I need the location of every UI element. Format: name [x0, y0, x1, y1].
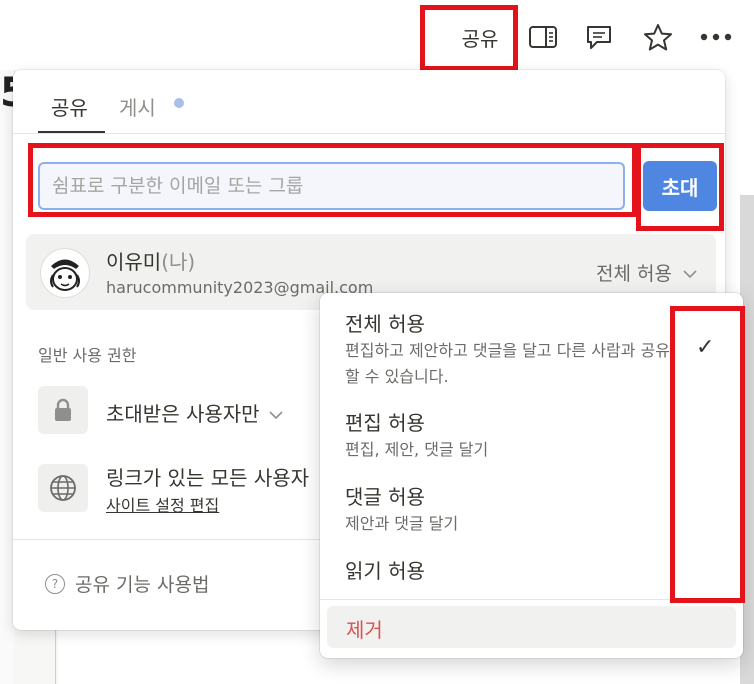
lock-icon — [55, 398, 71, 421]
remove-button[interactable]: 제거 — [327, 606, 736, 648]
general-access-label: 일반 사용 권한 — [38, 346, 137, 365]
checkmark-highlight-box — [670, 306, 745, 603]
tab-share[interactable]: 공유 — [51, 92, 88, 121]
email-highlight-box — [28, 143, 637, 217]
comment-icon — [587, 26, 611, 49]
comment-button[interactable] — [582, 20, 616, 54]
avatar-illustration — [50, 259, 80, 291]
tab-publish[interactable]: 게시 — [119, 92, 156, 121]
favorite-button[interactable] — [640, 20, 676, 54]
user-name: 이유미(나) — [106, 246, 195, 275]
option-edit-access-desc: 편집, 제안, 댓글 달기 — [345, 440, 489, 459]
option-full-access-title: 전체 허용 — [345, 312, 425, 336]
top-toolbar: 공유 — [0, 0, 754, 71]
invited-only-select[interactable]: 초대받은 사용자만 — [106, 398, 284, 427]
globe-icon — [50, 475, 76, 501]
permission-select[interactable]: 전체 허용 — [596, 259, 698, 286]
remove-label: 제거 — [346, 618, 383, 642]
help-icon: ? — [45, 573, 65, 594]
invite-highlight-box — [636, 143, 724, 231]
publish-indicator-dot — [174, 98, 184, 108]
option-edit-access-title: 편집 허용 — [345, 411, 425, 435]
lock-icon-box — [38, 386, 88, 434]
help-label: 공유 기능 사용법 — [75, 574, 210, 596]
option-read-access-title: 읽기 허용 — [345, 559, 425, 583]
star-icon — [644, 24, 672, 51]
chevron-down-icon — [269, 411, 283, 420]
more-icon — [700, 33, 732, 41]
site-settings-link[interactable]: 사이트 설정 편집 — [106, 492, 219, 516]
permission-select-label: 전체 허용 — [596, 263, 672, 285]
option-full-access-desc: 편집하고 제안하고 댓글을 달고 다른 사람과 공유할 수 있습니다. — [345, 341, 670, 386]
share-highlight-box — [420, 5, 518, 71]
user-me-suffix: (나) — [161, 250, 196, 274]
chevron-down-icon — [683, 270, 697, 279]
tab-divider — [13, 133, 725, 134]
sidebar-panel-button[interactable] — [526, 20, 560, 54]
more-button[interactable] — [696, 20, 736, 54]
help-link[interactable]: ? 공유 기능 사용법 — [45, 570, 209, 597]
avatar — [40, 248, 90, 298]
globe-icon-box — [38, 464, 88, 512]
option-comment-access-title: 댓글 허용 — [345, 485, 425, 509]
user-name-text: 이유미 — [106, 250, 162, 274]
sidebar-panel-icon — [529, 26, 557, 48]
link-access-label: 링크가 있는 모든 사용자 — [106, 466, 310, 490]
invited-only-label: 초대받은 사용자만 — [106, 402, 260, 426]
option-comment-access-desc: 제안과 댓글 달기 — [345, 514, 459, 533]
